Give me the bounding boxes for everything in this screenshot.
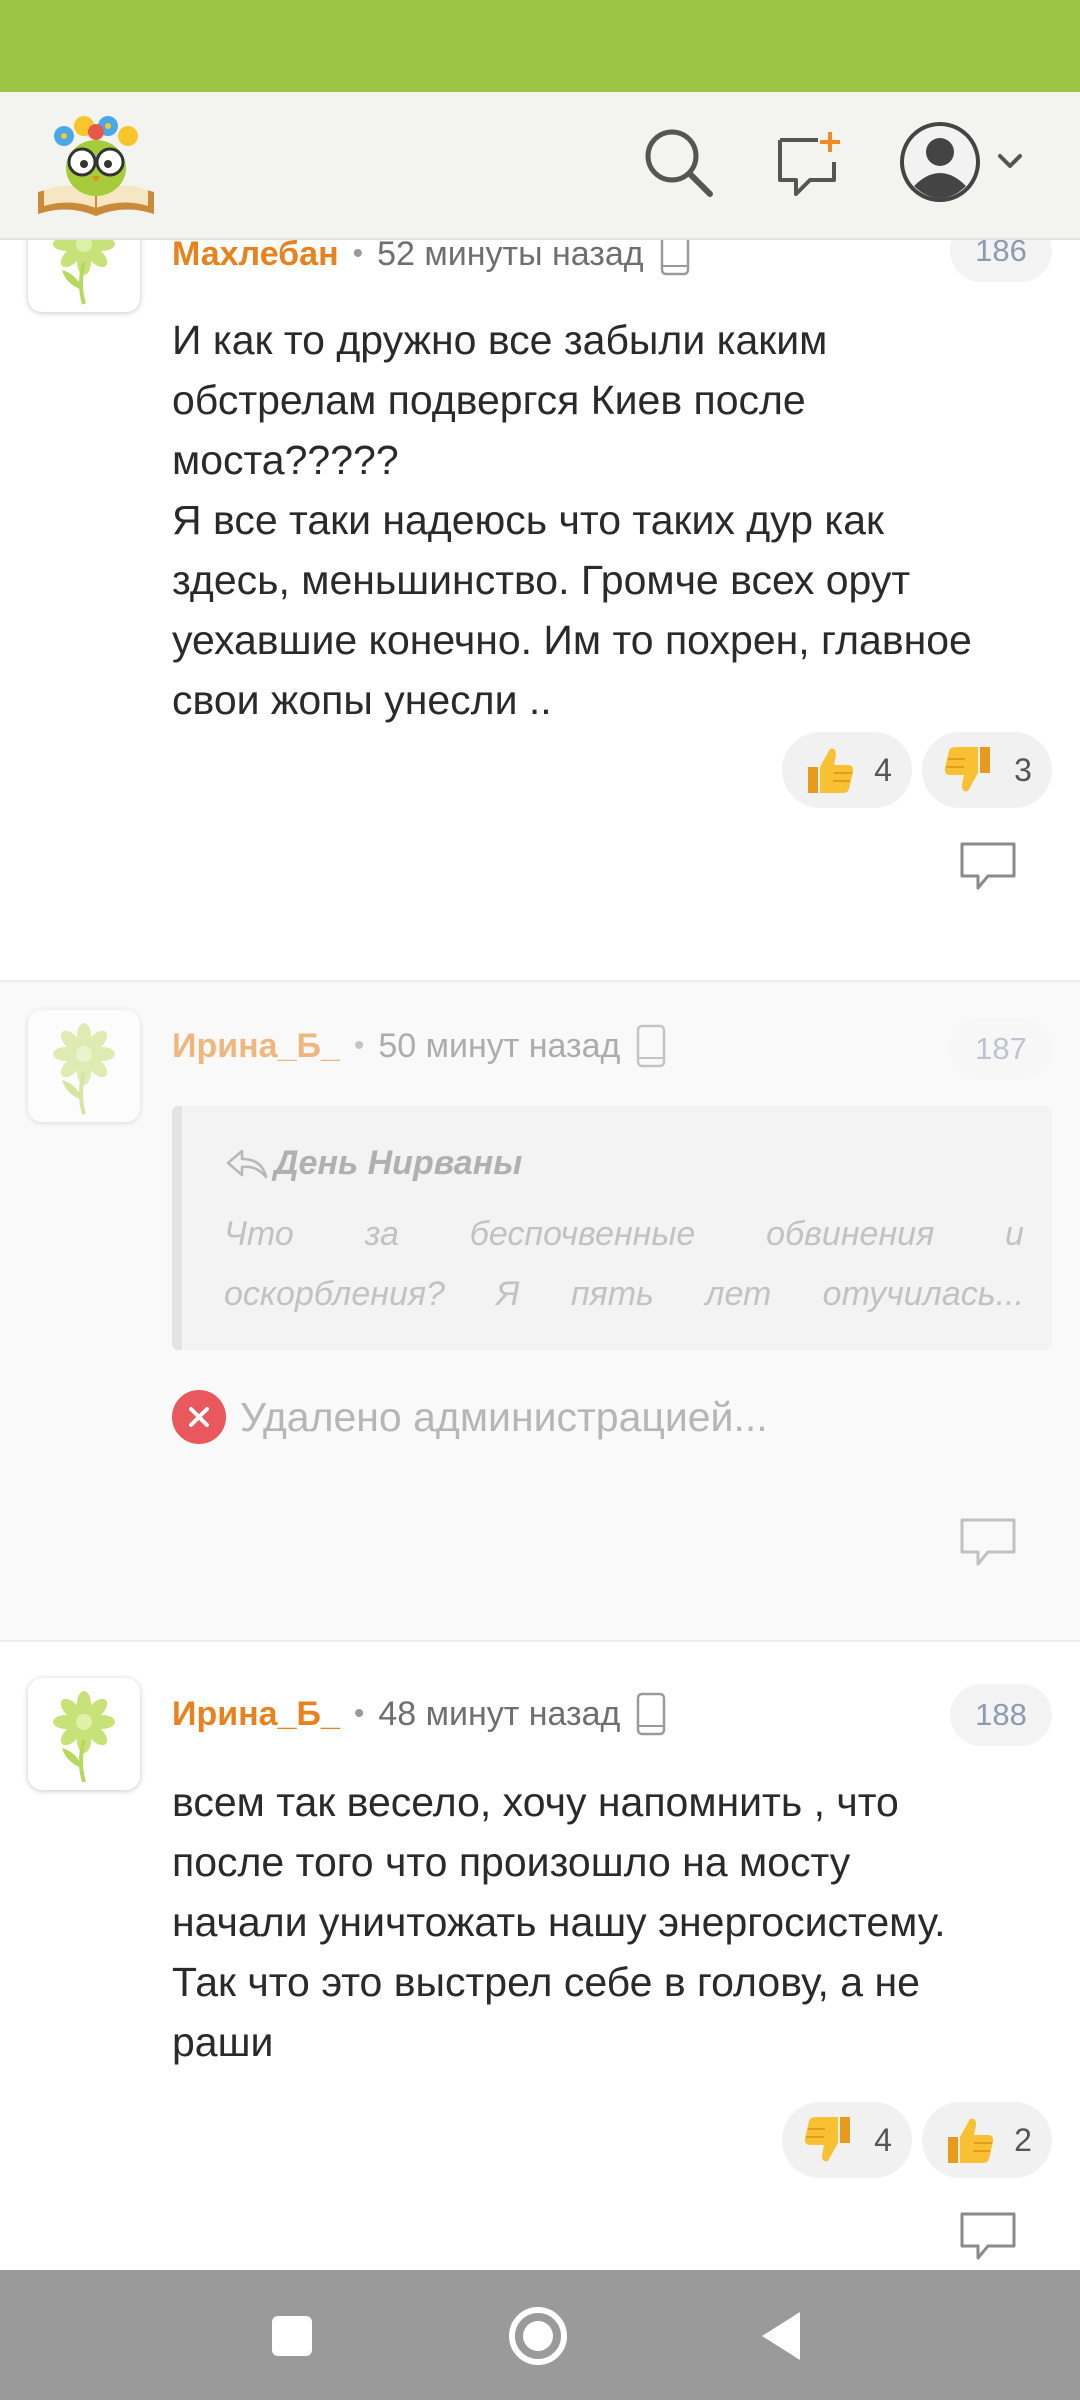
comment-text: всем так весело, хочу напомнить , что по… [172,1779,946,2065]
comment-author[interactable]: Махлебан [172,240,339,274]
reply-icon[interactable] [958,840,1018,894]
dislike-button[interactable]: 4 [782,2102,912,2178]
comment-author[interactable]: Ирина_Б_ [172,1695,340,1734]
like-count: 4 [874,751,892,788]
avatar[interactable] [28,1010,140,1122]
deleted-notice: Удалено администрацией... [172,1390,768,1444]
flower-icon [28,240,140,312]
comment-text: И как то дружно все забыли каким обстрел… [172,317,972,723]
comment-time: 50 минут назад [378,1026,621,1065]
flower-icon [28,1010,140,1122]
quote-text: Что за беспочвенные обвинения и оскорбле… [224,1215,1024,1313]
close-icon [172,1390,226,1444]
comments-feed[interactable]: Махлебан • 52 минуты назад 186 И как то … [0,240,1080,2270]
new-message-icon[interactable] [774,128,846,200]
search-icon[interactable] [640,124,716,200]
comment-number[interactable]: 186 [950,240,1052,282]
thumbs-down-icon [942,743,996,797]
quote-author: День Нирваны [224,1144,522,1183]
dislike-button[interactable]: 3 [922,732,1052,808]
status-bar [0,0,1080,92]
phone-icon [660,240,690,276]
comment-186: Махлебан • 52 минуты назад 186 И как то … [0,240,1080,968]
meta-separator: • [352,240,364,270]
comment-time: 52 минуты назад [377,240,644,273]
system-nav-bar [0,2270,1080,2400]
comment-author[interactable]: Ирина_Б_ [172,1027,340,1066]
circle-icon[interactable] [502,2300,574,2372]
dislike-count: 4 [874,2121,892,2158]
like-button[interactable]: 4 [782,732,912,808]
reply-icon[interactable] [958,2210,1018,2264]
profile-menu-button[interactable] [900,120,1030,204]
owl-on-book-logo[interactable] [34,110,158,222]
triangle-back-icon[interactable] [748,2300,820,2372]
quote-block: День Нирваны Что за беспочвенные обвинен… [172,1106,1052,1350]
meta-separator: • [353,1697,365,1730]
phone-icon [636,1692,666,1736]
square-icon[interactable] [256,2300,328,2372]
user-avatar-icon [900,122,1022,202]
like-button[interactable]: 2 [922,2102,1052,2178]
comment-187: Ирина_Б_ • 50 минут назад 187 День Нирва… [0,982,1080,1640]
thumbs-down-icon [802,2113,856,2167]
thumbs-up-icon [802,743,856,797]
avatar[interactable] [28,240,140,312]
avatar[interactable] [28,1678,140,1790]
reply-icon[interactable] [958,1516,1018,1570]
reactions: 4 2 [782,2102,1052,2178]
thumbs-up-icon [942,2113,996,2167]
comment-188: Ирина_Б_ • 48 минут назад 188 всем так в… [0,1642,1080,2270]
comment-time: 48 минут назад [378,1694,621,1733]
reactions: 4 3 [782,732,1052,808]
flower-icon [28,1678,140,1790]
meta-separator: • [353,1029,365,1062]
reply-arrow-icon [226,1149,268,1178]
comment-number[interactable]: 188 [950,1684,1052,1746]
comment-number[interactable]: 187 [950,1018,1052,1080]
like-count: 2 [1014,2121,1032,2158]
app-header [0,92,1080,240]
dislike-count: 3 [1014,751,1032,788]
deleted-text: Удалено администрацией... [240,1393,768,1440]
phone-icon [636,1024,666,1068]
